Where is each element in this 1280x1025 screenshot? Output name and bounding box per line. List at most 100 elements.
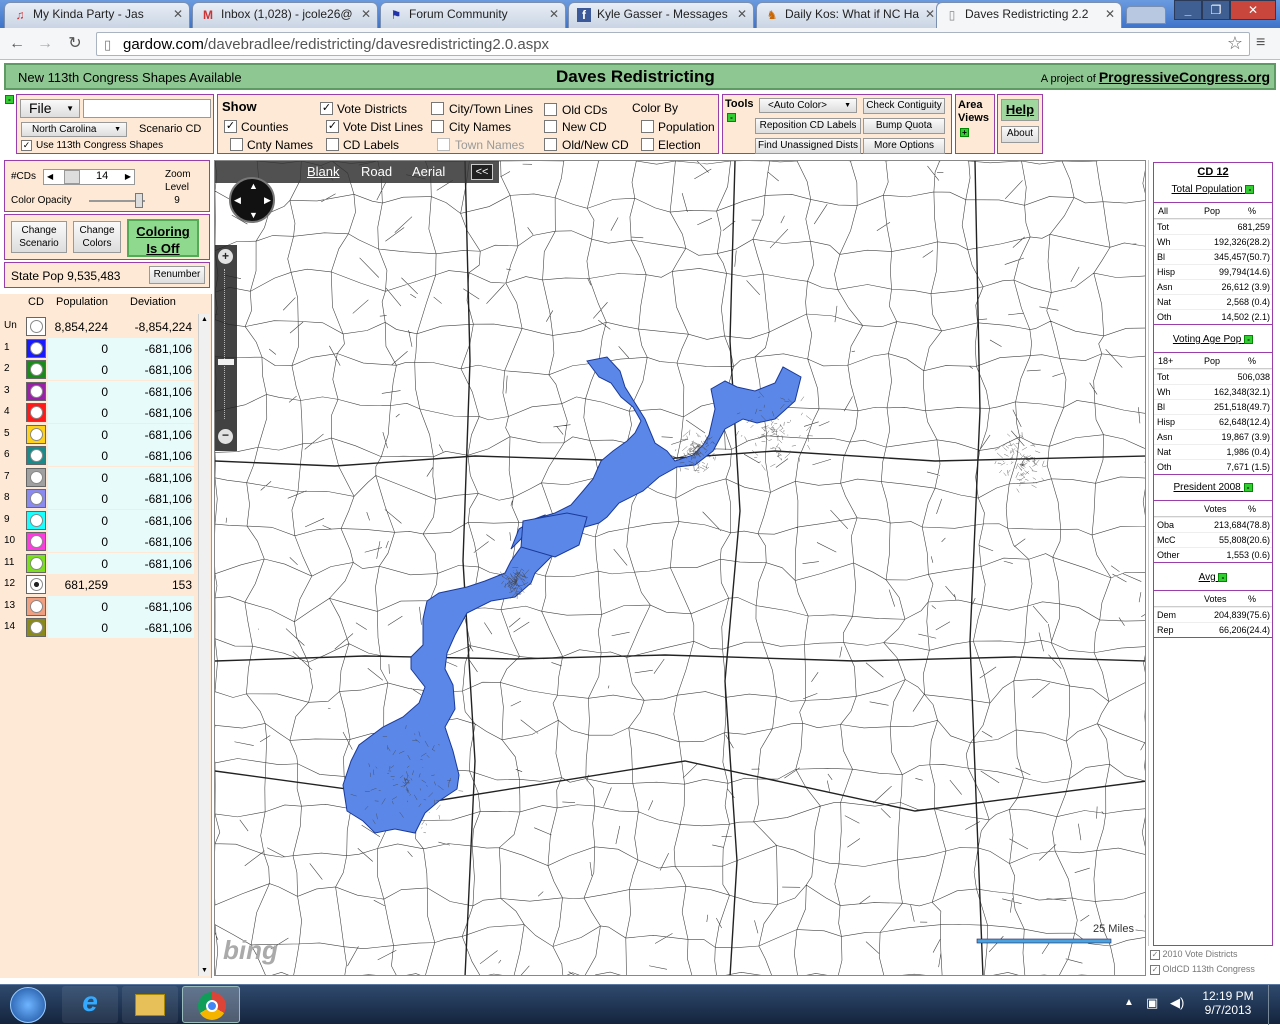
precinct-map[interactable] <box>215 161 1146 976</box>
scroll-up-icon[interactable]: ▲ <box>201 316 208 323</box>
city-names-checkbox[interactable] <box>431 120 444 133</box>
radio-select-icon[interactable] <box>30 492 43 505</box>
cds-stepper[interactable]: ◀ 14 ▶ <box>43 169 135 185</box>
table-row[interactable]: 5 0 -681,106 <box>0 423 198 445</box>
reposition-cd-labels-button[interactable]: Reposition CD Labels <box>755 118 861 134</box>
table-row[interactable]: 12 681,259 153 <box>0 574 198 595</box>
counties-checkbox[interactable]: ✓ <box>224 120 237 133</box>
help-button[interactable]: Help <box>1001 99 1039 121</box>
radio-select-icon[interactable] <box>30 470 43 484</box>
cd-color-swatch[interactable] <box>26 596 46 616</box>
chevron-right-icon[interactable]: ▶ <box>125 170 131 183</box>
old-cds-checkbox[interactable] <box>544 103 557 116</box>
table-row[interactable]: 7 0 -681,106 <box>0 466 198 488</box>
tab-facebook-messages[interactable]: f Kyle Gasser - Messages ✕ <box>568 2 754 28</box>
cd-color-swatch[interactable] <box>26 360 46 379</box>
start-button[interactable] <box>10 987 46 1023</box>
cnty-names-checkbox[interactable] <box>230 138 243 151</box>
file-menu-button[interactable]: File ▼ <box>20 99 80 118</box>
volume-icon[interactable]: ◀) <box>1170 995 1184 1011</box>
maximize-button[interactable]: ❐ <box>1202 0 1230 20</box>
close-icon[interactable]: ✕ <box>361 7 371 21</box>
legend-vote-districts-checkbox[interactable]: ✓ <box>1150 949 1160 960</box>
radio-select-icon[interactable] <box>30 341 43 355</box>
zoom-out-icon[interactable]: − <box>218 429 233 444</box>
district-list-scrollbar[interactable]: ▲ ▼ <box>198 314 210 976</box>
new-cd-checkbox[interactable] <box>544 120 557 133</box>
zoom-in-icon[interactable]: + <box>218 249 233 264</box>
table-row[interactable]: Un 8,854,224 -8,854,224 <box>0 316 198 337</box>
file-name-input[interactable] <box>83 99 211 118</box>
collapse-pres-icon[interactable]: - <box>1243 482 1253 492</box>
find-unassigned-button[interactable]: Find Unassigned Dists <box>755 138 861 154</box>
vote-districts-checkbox[interactable]: ✓ <box>320 102 333 115</box>
expand-area-views-icon[interactable]: + <box>960 128 969 137</box>
scroll-down-icon[interactable]: ▼ <box>201 967 208 974</box>
radio-select-icon[interactable] <box>30 535 43 548</box>
radio-select-icon[interactable] <box>30 363 43 376</box>
pan-right-icon[interactable]: ▶ <box>264 195 271 206</box>
table-row[interactable]: 3 0 -681,106 <box>0 380 198 402</box>
cd-color-swatch[interactable] <box>26 424 46 444</box>
close-icon[interactable]: ✕ <box>925 7 935 21</box>
close-icon[interactable]: ✕ <box>549 7 559 21</box>
view-road-button[interactable]: Road <box>361 164 392 179</box>
old-new-cd-checkbox[interactable] <box>544 138 557 151</box>
chrome-taskbar-icon[interactable] <box>182 986 240 1023</box>
radio-select-icon[interactable] <box>30 427 43 441</box>
reload-icon[interactable]: ↻ <box>64 34 86 54</box>
pan-down-icon[interactable]: ▼ <box>249 210 258 220</box>
radio-select-icon[interactable] <box>30 599 43 613</box>
auto-color-select[interactable]: <Auto Color> ▼ <box>759 98 857 113</box>
menu-wrench-icon[interactable]: ≡ <box>1256 34 1265 52</box>
network-icon[interactable]: ▣ <box>1146 995 1158 1011</box>
table-row[interactable]: 8 0 -681,106 <box>0 488 198 509</box>
radio-select-icon[interactable] <box>30 449 43 462</box>
legend-old-cd-checkbox[interactable]: ✓ <box>1150 964 1160 975</box>
bump-quota-button[interactable]: Bump Quota <box>863 118 945 134</box>
cd-color-swatch[interactable] <box>26 510 46 530</box>
opacity-slider-thumb[interactable] <box>135 193 143 208</box>
map-canvas[interactable]: Blank Road Aerial << ▲ ▼ ◀ ▶ + − bing 25… <box>214 160 1146 976</box>
collapse-vap-icon[interactable]: - <box>1244 334 1254 344</box>
radio-select-icon[interactable] <box>30 384 43 398</box>
table-row[interactable]: 2 0 -681,106 <box>0 359 198 380</box>
close-icon[interactable]: ✕ <box>1105 7 1115 21</box>
state-select[interactable]: North Carolina ▼ <box>21 122 127 137</box>
cd-color-swatch[interactable] <box>26 575 46 594</box>
town-names-checkbox[interactable] <box>437 138 450 151</box>
chevron-left-icon[interactable]: ◀ <box>47 170 53 183</box>
table-row[interactable]: 14 0 -681,106 <box>0 617 198 638</box>
collapse-avg-icon[interactable]: - <box>1218 572 1228 582</box>
tab-my-kinda-party[interactable]: ♫ My Kinda Party - Jas ✕ <box>4 2 190 28</box>
zoom-bar[interactable]: + − <box>215 245 237 451</box>
close-icon[interactable]: ✕ <box>737 7 747 21</box>
table-row[interactable]: 1 0 -681,106 <box>0 337 198 359</box>
table-row[interactable]: 10 0 -681,106 <box>0 531 198 552</box>
change-colors-button[interactable]: Change Colors <box>73 221 121 253</box>
table-row[interactable]: 4 0 -681,106 <box>0 402 198 423</box>
table-row[interactable]: 9 0 -681,106 <box>0 509 198 531</box>
legend-vote-districts[interactable]: ✓ 2010 Vote Districts <box>1150 949 1238 960</box>
renumber-button[interactable]: Renumber <box>149 266 205 284</box>
close-window-button[interactable]: ✕ <box>1230 0 1276 20</box>
table-row[interactable]: 6 0 -681,106 <box>0 445 198 466</box>
change-scenario-button[interactable]: Change Scenario <box>11 221 67 253</box>
cd-color-swatch[interactable] <box>26 381 46 401</box>
tab-daily-kos[interactable]: ♞ Daily Kos: What if NC Ha ✕ <box>756 2 942 28</box>
cd-color-swatch[interactable] <box>26 467 46 487</box>
collapse-total-pop-icon[interactable]: - <box>1245 184 1255 194</box>
check-contiguity-button[interactable]: Check Contiguity <box>863 98 945 114</box>
view-aerial-button[interactable]: Aerial <box>412 164 445 179</box>
close-icon[interactable]: ✕ <box>173 7 183 21</box>
url-input[interactable]: ▯ gardow.com/davebradlee/redistricting/d… <box>96 32 1250 56</box>
show-hidden-icons-icon[interactable]: ▲ <box>1124 997 1134 1008</box>
pan-left-icon[interactable]: ◀ <box>234 195 241 206</box>
use-113-checkbox[interactable]: ✓ <box>21 140 32 151</box>
radio-select-icon[interactable] <box>30 578 43 591</box>
radio-select-icon[interactable] <box>30 406 43 419</box>
about-button[interactable]: About <box>1001 126 1039 143</box>
collapse-toolbar-icon[interactable]: - <box>5 95 14 104</box>
internet-explorer-icon[interactable]: e <box>62 986 118 1023</box>
new-tab-button[interactable] <box>1126 6 1166 24</box>
